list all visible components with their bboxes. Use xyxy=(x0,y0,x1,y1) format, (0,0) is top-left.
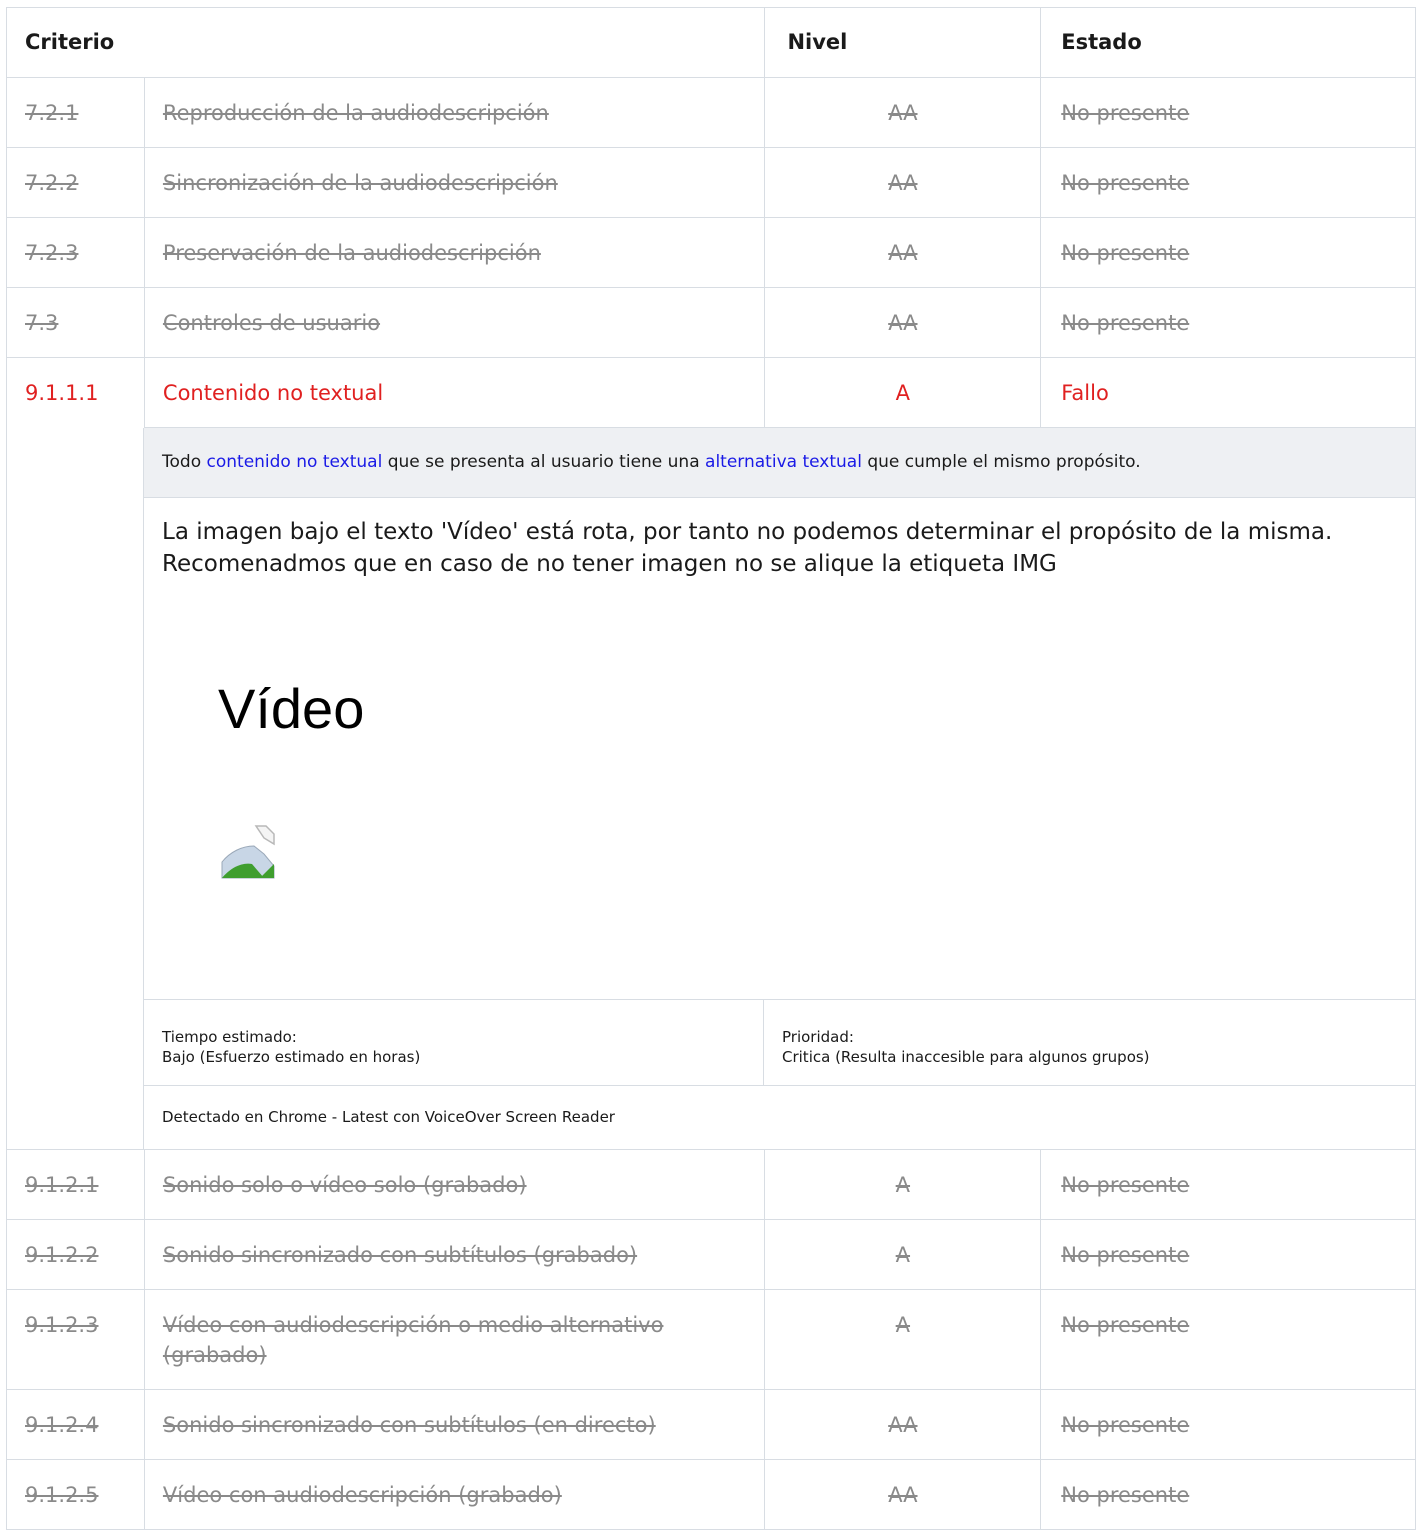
auditor-note: La imagen bajo el texto 'Vídeo' está rot… xyxy=(144,498,1416,1000)
table-row[interactable]: 9.1.2.2 Sonido sincronizado con subtítul… xyxy=(7,1220,1416,1290)
criterion-level: AA xyxy=(765,288,1042,358)
criterion-name: Sonido solo o vídeo solo (grabado) xyxy=(144,1150,766,1220)
criterion-level: AA xyxy=(765,218,1042,288)
criterion-status: Fallo xyxy=(1041,358,1416,428)
criterion-level: A xyxy=(765,1290,1042,1390)
table-row[interactable]: 7.2.2 Sincronización de la audiodescripc… xyxy=(7,148,1416,218)
table-row[interactable]: 7.2.1 Reproducción de la audiodescripció… xyxy=(7,78,1416,148)
criterion-name: Preservación de la audiodescripción xyxy=(144,218,766,288)
note-text: La imagen bajo el texto 'Vídeo' está rot… xyxy=(162,519,1333,577)
header-nivel: Nivel xyxy=(765,8,1042,78)
criterion-name: Vídeo con audiodescripción (grabado) xyxy=(144,1460,766,1530)
priority-value: Critica (Resulta inaccesible para alguno… xyxy=(782,1048,1150,1066)
criterion-name: Sonido sincronizado con subtítulos (grab… xyxy=(144,1220,766,1290)
description-text: que cumple el mismo propósito. xyxy=(861,452,1141,472)
criterion-id: 9.1.2.3 xyxy=(7,1290,145,1390)
criterion-status: No presente xyxy=(1041,1290,1416,1390)
criterion-id: 9.1.2.5 xyxy=(7,1460,145,1530)
criterion-level: AA xyxy=(765,1460,1042,1530)
table-row[interactable]: 7.3 Controles de usuario AA No presente xyxy=(7,288,1416,358)
criterion-name: Contenido no textual xyxy=(144,358,766,428)
time-value: Bajo (Esfuerzo estimado en horas) xyxy=(162,1048,421,1066)
description-text: que se presenta al usuario tiene una xyxy=(382,452,706,472)
priority-label: Prioridad: xyxy=(782,1028,854,1046)
criterion-status: No presente xyxy=(1041,1460,1416,1530)
criterion-id: 7.2.3 xyxy=(7,218,145,288)
table-row[interactable]: 9.1.2.5 Vídeo con audiodescripción (grab… xyxy=(7,1460,1416,1530)
screenshot-video-label: Vídeo xyxy=(218,677,365,740)
criterion-status: No presente xyxy=(1041,288,1416,358)
table-row[interactable]: 9.1.2.1 Sonido solo o vídeo solo (grabad… xyxy=(7,1150,1416,1220)
criterion-id: 7.3 xyxy=(7,288,145,358)
detected-in: Detectado en Chrome - Latest con VoiceOv… xyxy=(144,1086,1416,1150)
criterion-id: 9.1.2.2 xyxy=(7,1220,145,1290)
criterion-level: AA xyxy=(765,148,1042,218)
criterion-status: No presente xyxy=(1041,1220,1416,1290)
criterion-id: 9.1.2.1 xyxy=(7,1150,145,1220)
priority: Prioridad: Critica (Resulta inaccesible … xyxy=(764,1000,1416,1085)
time-label: Tiempo estimado: xyxy=(162,1028,297,1046)
header-criterio: Criterio xyxy=(7,8,766,78)
criterion-level: A xyxy=(765,1220,1042,1290)
broken-image-icon xyxy=(221,825,275,879)
estimates-row: Tiempo estimado: Bajo (Esfuerzo estimado… xyxy=(144,1000,1416,1086)
criterion-name: Sonido sincronizado con subtítulos (en d… xyxy=(144,1390,766,1460)
criterion-status: No presente xyxy=(1041,78,1416,148)
header-estado: Estado xyxy=(1041,8,1416,78)
criterion-name: Sincronización de la audiodescripción xyxy=(144,148,766,218)
time-estimate: Tiempo estimado: Bajo (Esfuerzo estimado… xyxy=(144,1000,764,1085)
criterion-level: A xyxy=(765,1150,1042,1220)
table-row[interactable]: 7.2.3 Preservación de la audiodescripció… xyxy=(7,218,1416,288)
criterion-id: 7.2.2 xyxy=(7,148,145,218)
table-row-failed[interactable]: 9.1.1.1 Contenido no textual A Fallo xyxy=(7,358,1416,428)
criterion-name: Reproducción de la audiodescripción xyxy=(144,78,766,148)
table-header: Criterio Nivel Estado xyxy=(7,8,1416,78)
failure-detail: Todo contenido no textual que se present… xyxy=(7,428,1416,1150)
criterion-id: 7.2.1 xyxy=(7,78,145,148)
detail-spacer xyxy=(7,428,144,1150)
description-text: Todo xyxy=(162,452,207,472)
criterion-id: 9.1.1.1 xyxy=(7,358,145,428)
criterion-id: 9.1.2.4 xyxy=(7,1390,145,1460)
criteria-table: Criterio Nivel Estado 7.2.1 Reproducción… xyxy=(6,7,1416,1530)
criterion-status: No presente xyxy=(1041,1150,1416,1220)
criterion-level: AA xyxy=(765,1390,1042,1460)
table-row[interactable]: 9.1.2.4 Sonido sincronizado con subtítul… xyxy=(7,1390,1416,1460)
criterion-name: Controles de usuario xyxy=(144,288,766,358)
criterion-level: AA xyxy=(765,78,1042,148)
criterion-description: Todo contenido no textual que se present… xyxy=(144,428,1416,498)
link-contenido-no-textual[interactable]: contenido no textual xyxy=(207,452,383,472)
criterion-status: No presente xyxy=(1041,218,1416,288)
criterion-name: Vídeo con audiodescripción o medio alter… xyxy=(144,1290,766,1390)
link-alternativa-textual[interactable]: alternativa textual xyxy=(705,452,862,472)
criterion-status: No presente xyxy=(1041,148,1416,218)
criterion-level: A xyxy=(765,358,1042,428)
criterion-status: No presente xyxy=(1041,1390,1416,1460)
table-row[interactable]: 9.1.2.3 Vídeo con audiodescripción o med… xyxy=(7,1290,1416,1390)
